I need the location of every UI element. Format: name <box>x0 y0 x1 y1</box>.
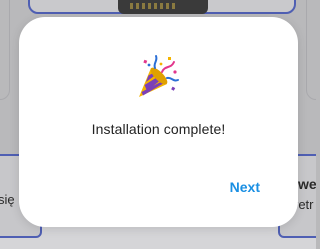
side-card-left <box>0 0 10 100</box>
option-tile-left-text: się <box>0 192 15 207</box>
party-popper-icon <box>139 55 179 97</box>
installation-message: Installation complete! <box>91 121 226 137</box>
option-tile-right-title: wer <box>298 176 316 192</box>
installation-complete-dialog: Installation complete! Next <box>19 17 298 227</box>
product-image <box>118 0 208 14</box>
side-card-right <box>306 0 316 100</box>
next-button[interactable]: Next <box>228 175 262 199</box>
